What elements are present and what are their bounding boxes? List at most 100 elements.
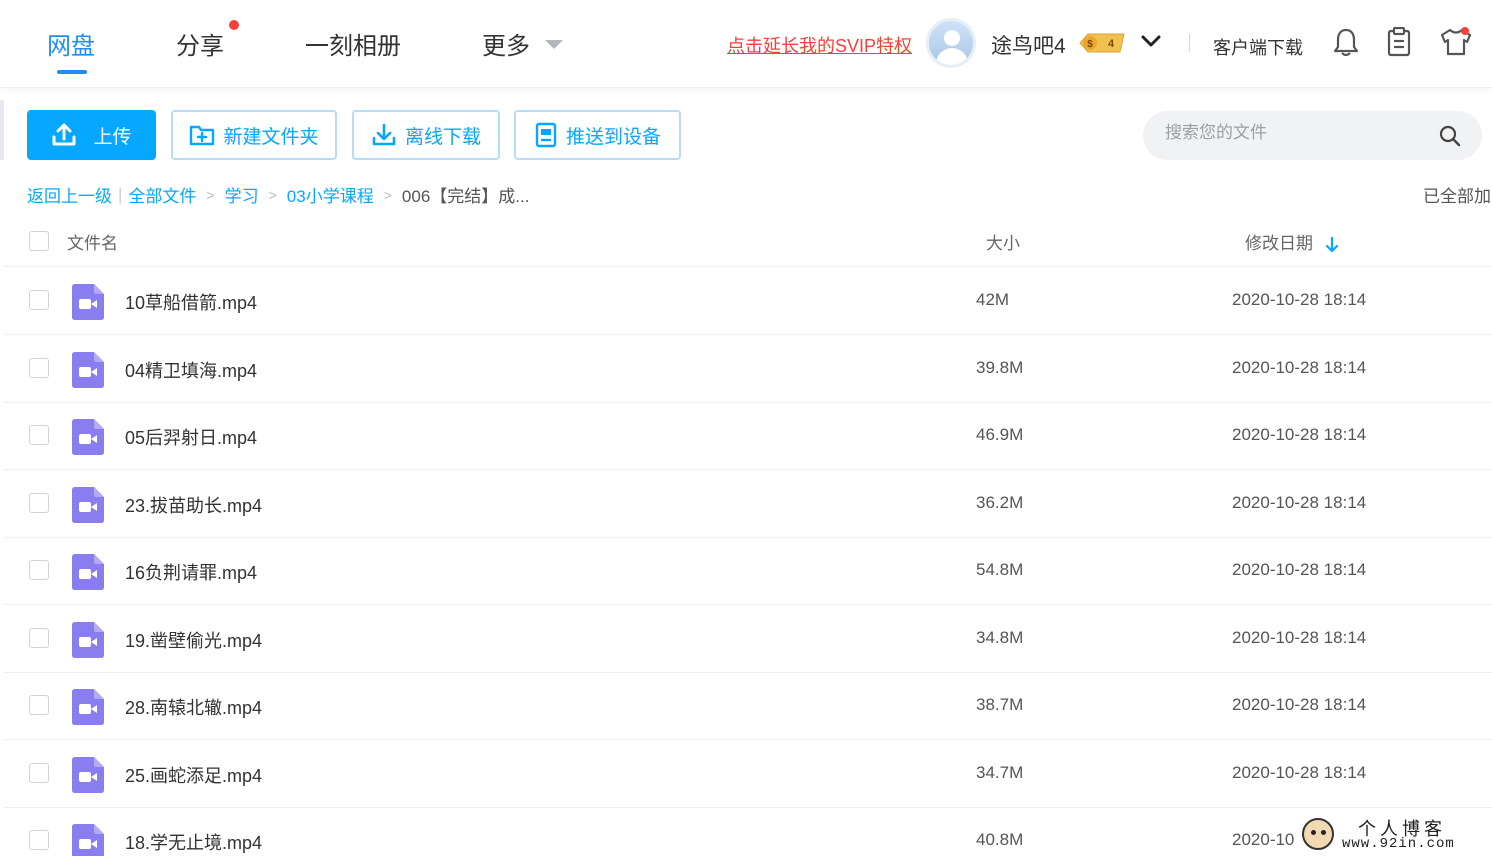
video-file-icon — [72, 622, 104, 658]
chevron-down-icon[interactable] — [1140, 32, 1162, 50]
row-checkbox[interactable] — [29, 560, 49, 580]
caret-down-icon[interactable] — [545, 40, 563, 49]
offline-download-button[interactable]: 离线下载 — [352, 110, 500, 160]
active-tab-indicator — [57, 70, 87, 74]
file-modified-date: 2020-10-28 18:14 — [1232, 358, 1367, 377]
download-icon — [372, 123, 396, 146]
watermark-url: www.92in.com — [1342, 836, 1455, 852]
video-file-icon — [72, 487, 104, 523]
avatar[interactable] — [926, 18, 976, 68]
svip-renew-link[interactable]: 点击延长我的SVIP特权 — [727, 32, 912, 58]
video-file-icon — [72, 352, 104, 388]
chevron-right-icon: > — [206, 186, 215, 203]
search-input[interactable] — [1165, 123, 1425, 143]
tab-netdisk[interactable]: 网盘 — [47, 26, 95, 61]
vip-level: 4 — [1108, 38, 1115, 50]
breadcrumb-all-files[interactable]: 全部文件 — [128, 182, 196, 207]
file-size: 34.8M — [976, 628, 1024, 647]
search-icon[interactable] — [1439, 125, 1461, 147]
tab-moment-album[interactable]: 一刻相册 — [305, 26, 401, 61]
video-file-icon — [72, 554, 104, 590]
upload-label: 上传 — [93, 126, 132, 148]
watermark: 个人博客 www.92in.com — [1298, 812, 1492, 856]
column-size[interactable]: 大小 — [986, 229, 1020, 254]
file-size: 40.8M — [976, 830, 1024, 849]
file-name[interactable]: 04精卫填海.mp4 — [125, 357, 257, 383]
file-modified-date: 2020-10-28 18:14 — [1232, 763, 1367, 782]
breadcrumb-study[interactable]: 学习 — [225, 182, 259, 207]
table-row[interactable]: 19.凿壁偷光.mp4 34.8M 2020-10-28 18:14 — [4, 605, 1492, 673]
new-folder-icon — [190, 125, 215, 146]
file-size: 38.7M — [976, 695, 1024, 714]
breadcrumb: 返回上一级 | 全部文件 > 学习 > 03小学课程 > 006【完结】成... — [27, 182, 529, 207]
file-modified-date: 2020-10-28 18:14 — [1232, 560, 1367, 579]
file-modified-date: 2020-10-28 18:14 — [1232, 425, 1367, 444]
tshirt-icon[interactable] — [1439, 27, 1473, 57]
bell-icon[interactable] — [1333, 27, 1359, 57]
table-row[interactable]: 25.画蛇添足.mp4 34.7M 2020-10-28 18:14 — [4, 740, 1492, 808]
column-modified-date[interactable]: 修改日期 — [1245, 229, 1338, 254]
back-link[interactable]: 返回上一级 — [27, 182, 112, 207]
file-size: 46.9M — [976, 425, 1024, 444]
file-modified-date: 2020-10-28 18:14 — [1232, 628, 1367, 647]
breadcrumb-course[interactable]: 03小学课程 — [287, 182, 374, 207]
offline-download-label: 离线下载 — [404, 126, 481, 148]
client-download-link[interactable]: 客户端下载 — [1213, 34, 1303, 60]
new-folder-label: 新建文件夹 — [223, 126, 319, 148]
table-row[interactable]: 04精卫填海.mp4 39.8M 2020-10-28 18:14 — [4, 335, 1492, 403]
file-name[interactable]: 23.拔苗助长.mp4 — [125, 492, 262, 518]
file-name[interactable]: 10草船借箭.mp4 — [125, 289, 257, 315]
file-modified-date: 2020-10-28 18:14 — [1232, 493, 1367, 512]
table-row[interactable]: 10草船借箭.mp4 42M 2020-10-28 18:14 — [4, 267, 1492, 335]
file-size: 36.2M — [976, 493, 1024, 512]
table-row[interactable]: 18.学无止境.mp4 40.8M 2020-10 — [4, 807, 1492, 856]
row-checkbox[interactable] — [29, 493, 49, 513]
table-header: 文件名 大小 修改日期 — [4, 214, 1492, 267]
column-name[interactable]: 文件名 — [67, 229, 118, 254]
row-checkbox[interactable] — [29, 695, 49, 715]
push-to-device-label: 推送到设备 — [565, 126, 661, 148]
file-name[interactable]: 19.凿壁偷光.mp4 — [125, 627, 262, 653]
row-checkbox[interactable] — [29, 358, 49, 378]
row-checkbox[interactable] — [29, 763, 49, 783]
new-folder-button[interactable]: 新建文件夹 — [171, 110, 337, 160]
notification-dot — [229, 20, 239, 30]
row-checkbox[interactable] — [29, 425, 49, 445]
push-to-device-button[interactable]: 推送到设备 — [514, 110, 681, 160]
column-modified-date-label: 修改日期 — [1245, 234, 1313, 253]
file-name[interactable]: 16负荆请罪.mp4 — [125, 559, 257, 585]
chevron-right-icon: > — [383, 186, 392, 203]
file-name[interactable]: 18.学无止境.mp4 — [125, 829, 262, 855]
cartoon-face-icon — [1302, 818, 1334, 850]
load-status: 已全部加 — [1423, 187, 1491, 206]
divider: | — [118, 184, 123, 204]
file-name[interactable]: 28.南辕北辙.mp4 — [125, 694, 262, 720]
username[interactable]: 途鸟吧4 — [991, 30, 1066, 60]
file-modified-date: 2020-10-28 18:14 — [1232, 695, 1367, 714]
row-checkbox[interactable] — [29, 830, 49, 850]
table-row[interactable]: 05后羿射日.mp4 46.9M 2020-10-28 18:14 — [4, 402, 1492, 470]
upload-button[interactable]: 上传 — [27, 110, 156, 160]
sort-down-icon[interactable] — [1325, 236, 1338, 253]
chevron-right-icon: > — [268, 186, 277, 203]
video-file-icon — [72, 284, 104, 320]
file-name[interactable]: 25.画蛇添足.mp4 — [125, 762, 262, 788]
device-icon — [535, 122, 557, 148]
select-all-checkbox[interactable] — [29, 231, 49, 251]
tab-share[interactable]: 分享 — [176, 26, 224, 61]
table-row[interactable]: 23.拔苗助长.mp4 36.2M 2020-10-28 18:14 — [4, 470, 1492, 538]
file-size: 39.8M — [976, 358, 1024, 377]
row-checkbox[interactable] — [29, 290, 49, 310]
clipboard-icon[interactable] — [1386, 27, 1412, 57]
tab-more[interactable]: 更多 — [482, 26, 530, 61]
vip-badge-icon: $ 4 — [1079, 33, 1125, 53]
search-box — [1143, 111, 1482, 160]
file-size: 42M — [976, 290, 1010, 309]
table-row[interactable]: 28.南辕北辙.mp4 38.7M 2020-10-28 18:14 — [4, 672, 1492, 740]
file-name[interactable]: 05后羿射日.mp4 — [125, 424, 257, 450]
svg-text:$: $ — [1087, 39, 1093, 50]
table-row[interactable]: 16负荆请罪.mp4 54.8M 2020-10-28 18:14 — [4, 537, 1492, 605]
row-checkbox[interactable] — [29, 628, 49, 648]
video-file-icon — [72, 689, 104, 725]
video-file-icon — [72, 419, 104, 455]
